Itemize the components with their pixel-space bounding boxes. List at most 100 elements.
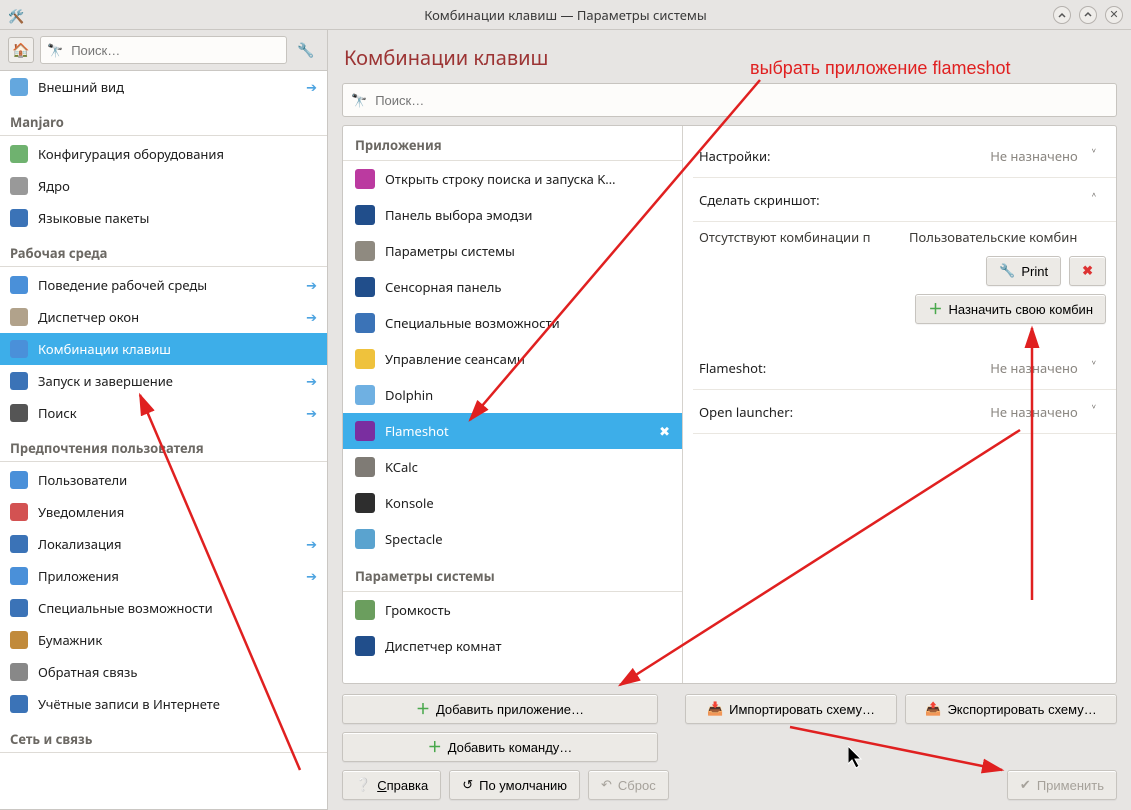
- sidebar-item-label: Диспетчер окон: [38, 308, 296, 326]
- sidebar-item[interactable]: Специальные возможности: [0, 592, 327, 624]
- shortcut-name: Open launcher:: [699, 403, 990, 421]
- sidebar-section-header: Предпочтения пользователя: [0, 429, 327, 462]
- apply-button[interactable]: ✔Применить: [1007, 770, 1117, 800]
- help-button[interactable]: ❔Справка: [342, 770, 441, 800]
- sidebar-item[interactable]: Пользователи: [0, 464, 327, 496]
- shortcut-row[interactable]: Настройки:Не назначено˅: [693, 134, 1116, 178]
- undo-icon: ↶: [601, 777, 612, 793]
- binoculars-icon: 🔭: [351, 91, 367, 109]
- app-section-header: Приложения: [343, 126, 682, 161]
- app-item[interactable]: Громкость: [343, 592, 682, 628]
- app-item-icon: [355, 349, 375, 369]
- app-item[interactable]: Открыть строку поиска и запуска K…: [343, 161, 682, 197]
- sidebar-item[interactable]: Бумажник: [0, 624, 327, 656]
- sidebar-item-label: Пользователи: [38, 471, 317, 489]
- sidebar-item-icon: [10, 340, 28, 358]
- app-item[interactable]: Панель выбора эмодзи: [343, 197, 682, 233]
- app-item[interactable]: Konsole: [343, 485, 682, 521]
- app-item-icon: [355, 277, 375, 297]
- app-item[interactable]: Параметры системы: [343, 233, 682, 269]
- plus-icon: ＋: [928, 299, 942, 319]
- sidebar-item[interactable]: Ядро: [0, 170, 327, 202]
- app-item-label: KCalc: [385, 458, 670, 476]
- sidebar-item-icon: [10, 276, 28, 294]
- sidebar-item-label: Бумажник: [38, 631, 317, 649]
- sidebar-section-header: Рабочая среда: [0, 234, 327, 267]
- shortcut-row[interactable]: Сделать скриншот:˄: [693, 178, 1116, 222]
- sidebar-settings-button[interactable]: 🔧: [293, 37, 319, 63]
- app-item-label: Сенсорная панель: [385, 278, 670, 296]
- sidebar-item[interactable]: Локализация ➔: [0, 528, 327, 560]
- export-icon: 📤: [925, 701, 941, 717]
- app-item-icon: [355, 313, 375, 333]
- sidebar-item-icon: [10, 78, 28, 96]
- sidebar-item-icon: [10, 404, 28, 422]
- print-shortcut-button[interactable]: 🔧Print: [986, 256, 1061, 286]
- sidebar-search[interactable]: 🔭: [40, 36, 287, 64]
- window-minimize-button[interactable]: [1053, 6, 1071, 24]
- sidebar-item-icon: [10, 177, 28, 195]
- sidebar-search-input[interactable]: [69, 42, 280, 59]
- sidebar-item-label: Локализация: [38, 535, 296, 553]
- sidebar-item-icon: [10, 145, 28, 163]
- app-item[interactable]: Flameshot ✖: [343, 413, 682, 449]
- sidebar-item[interactable]: Конфигурация оборудования: [0, 138, 327, 170]
- sidebar-item-label: Запуск и завершение: [38, 372, 296, 390]
- shortcut-row[interactable]: Flameshot:Не назначено˅: [693, 346, 1116, 390]
- app-item[interactable]: KCalc: [343, 449, 682, 485]
- chevron-right-icon: ➔: [306, 535, 317, 553]
- window-maximize-button[interactable]: [1079, 6, 1097, 24]
- sidebar-item[interactable]: Диспетчер окон➔: [0, 301, 327, 333]
- chevron-right-icon: ➔: [306, 404, 317, 422]
- chevron-right-icon: ➔: [306, 372, 317, 390]
- shortcut-row[interactable]: Open launcher:Не назначено˅: [693, 390, 1116, 434]
- clear-shortcut-button[interactable]: ✖: [1069, 256, 1106, 286]
- sidebar-item[interactable]: Приложения➔: [0, 560, 327, 592]
- add-command-button[interactable]: ＋Добавить команду…: [342, 732, 658, 762]
- sidebar-item[interactable]: Языковые пакеты: [0, 202, 327, 234]
- app-item-icon: [355, 385, 375, 405]
- window-close-button[interactable]: ✕: [1105, 6, 1123, 24]
- sidebar-item-label: Языковые пакеты: [38, 209, 317, 227]
- home-button[interactable]: 🏠: [8, 37, 34, 63]
- sidebar-item[interactable]: Уведомления: [0, 496, 327, 528]
- app-item[interactable]: Spectacle: [343, 521, 682, 557]
- sidebar-item[interactable]: Внешний вид➔: [0, 71, 327, 103]
- shortcuts-pane: Настройки:Не назначено˅Сделать скриншот:…: [683, 126, 1116, 683]
- sidebar-item[interactable]: Обратная связь: [0, 656, 327, 688]
- sidebar-item[interactable]: Поведение рабочей среды➔: [0, 269, 327, 301]
- import-scheme-button[interactable]: 📥Импортировать схему…: [685, 694, 897, 724]
- app-item-label: Управление сеансами: [385, 350, 670, 368]
- sidebar-item-label: Внешний вид: [38, 78, 296, 96]
- sidebar-item-icon: [10, 535, 28, 553]
- sidebar-item-label: Уведомления: [38, 503, 317, 521]
- defaults-button[interactable]: ↺По умолчанию: [449, 770, 580, 800]
- app-item[interactable]: Сенсорная панель: [343, 269, 682, 305]
- close-icon: ✖: [1082, 263, 1093, 279]
- sidebar-item[interactable]: Учётные записи в Интернете: [0, 688, 327, 720]
- sidebar-item[interactable]: Запуск и завершение ➔: [0, 365, 327, 397]
- main-search-input[interactable]: [373, 92, 1108, 109]
- chevron-down-icon: ˅: [1092, 146, 1096, 166]
- remove-app-button[interactable]: ✖: [659, 422, 670, 440]
- assign-shortcut-button[interactable]: ＋Назначить свою комбин: [915, 294, 1106, 324]
- app-item-icon: [355, 205, 375, 225]
- main-search[interactable]: 🔭: [342, 83, 1117, 117]
- export-scheme-button[interactable]: 📤Экспортировать схему…: [905, 694, 1117, 724]
- sidebar-item-icon: [10, 308, 28, 326]
- sidebar-item-icon: [10, 209, 28, 227]
- reset-button[interactable]: ↶Сброс: [588, 770, 669, 800]
- app-item[interactable]: Dolphin: [343, 377, 682, 413]
- sidebar: 🏠 🔭 🔧 Внешний вид➔ManjaroКонфигурация об…: [0, 30, 328, 810]
- app-item[interactable]: Управление сеансами: [343, 341, 682, 377]
- app-item[interactable]: Диспетчер комнат: [343, 628, 682, 664]
- app-item[interactable]: Специальные возможности: [343, 305, 682, 341]
- sidebar-item[interactable]: Поиск➔: [0, 397, 327, 429]
- add-application-button[interactable]: ＋Добавить приложение…: [342, 694, 658, 724]
- sidebar-item[interactable]: Комбинации клавиш: [0, 333, 327, 365]
- app-item-icon: [355, 169, 375, 189]
- shortcut-value: Не назначено: [990, 147, 1078, 165]
- app-item-label: Flameshot: [385, 422, 649, 440]
- page-title: Комбинации клавиш: [328, 30, 1131, 79]
- sidebar-item-icon: [10, 695, 28, 713]
